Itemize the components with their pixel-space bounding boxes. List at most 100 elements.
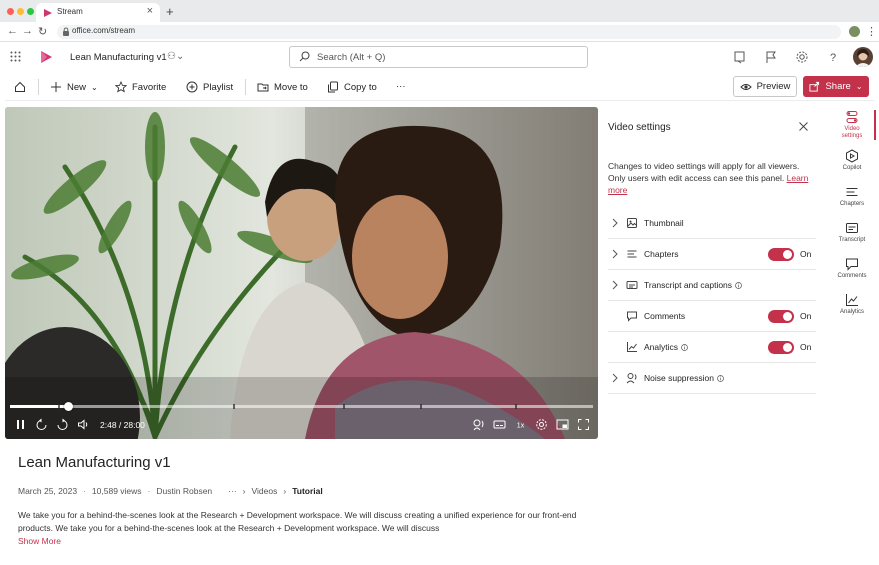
stream-logo-icon[interactable] [39,50,53,64]
tab-close-icon[interactable]: × [147,5,153,17]
chapters-toggle[interactable] [768,248,794,261]
close-icon[interactable] [798,121,809,132]
transcript-icon [846,223,858,233]
separator-dot: · [147,486,151,496]
info-icon[interactable] [681,343,688,351]
new-tab-icon[interactable]: + [166,4,174,19]
more-button[interactable]: ··· [396,81,406,92]
flag-icon[interactable] [764,50,778,64]
info-icon[interactable] [717,374,724,382]
divider [38,79,39,95]
right-rail: Video settings Copilot Chapters Transcri… [829,107,876,327]
window-maximize-button[interactable] [27,8,34,15]
share-button[interactable]: Share ⌄ [803,76,869,97]
chevron-right-icon[interactable] [611,218,619,228]
seek-bar[interactable] [10,402,593,411]
browser-tab[interactable]: Stream × [36,3,160,22]
forward-10-icon[interactable] [56,418,69,431]
browser-tab-bar: Stream × + [0,0,879,22]
info-icon[interactable] [735,281,742,289]
plus-icon [51,82,61,92]
reload-icon[interactable]: ↻ [38,25,47,38]
rail-video-settings[interactable]: Video settings [829,110,875,140]
toggle-state: On [800,311,812,321]
comments-icon [846,258,858,271]
chapter-marker [343,404,345,409]
share-icon [809,81,820,92]
people-chevron-icon[interactable]: ⚇⌄ [167,51,184,62]
fullscreen-icon[interactable] [577,418,590,431]
search-icon [299,51,310,62]
rewind-10-icon[interactable] [35,418,48,431]
feedback-icon[interactable] [733,50,747,64]
rail-chapters[interactable]: Chapters [829,185,875,208]
setting-row-transcript[interactable]: Transcript and captions [608,270,816,301]
video-description: We take you for a behind-the-scenes look… [18,510,577,533]
browser-profile-icon[interactable] [849,26,860,37]
analytics-toggle[interactable] [768,341,794,354]
noise-suppression-icon [626,373,637,384]
chapter-marker [58,404,60,409]
captions-icon[interactable] [493,418,506,431]
show-more-link[interactable]: Show More [18,536,61,546]
home-icon[interactable] [14,81,26,93]
lock-icon [63,27,69,36]
folder-move-icon [257,83,269,92]
noise-suppression-icon[interactable] [472,418,485,431]
chapter-marker [233,404,235,409]
setting-row-thumbnail[interactable]: Thumbnail [608,208,816,239]
browser-address-bar: ← → ↻ office.com/stream ⋮ [0,22,879,42]
video-settings-panel: Video settings Changes to video settings… [598,107,826,439]
video-player[interactable]: 2:48 / 28:00 1x [5,107,598,439]
app-launcher-icon[interactable] [10,51,21,62]
picture-in-picture-icon[interactable] [556,418,569,431]
forward-arrow-icon[interactable]: → [22,25,33,37]
seek-handle[interactable] [64,402,73,411]
playback-speed-icon[interactable]: 1x [514,418,527,431]
upload-date: March 25, 2023 [18,486,78,496]
preview-button[interactable]: Preview [733,76,797,97]
setting-row-comments[interactable]: Comments On [608,301,816,332]
rail-analytics[interactable]: Analytics [829,293,875,316]
favorite-button[interactable]: Favorite [115,81,166,93]
toggle-state: On [800,249,812,259]
svg-text:?: ? [830,52,836,64]
rail-transcript[interactable]: Transcript [829,221,875,244]
chevron-right-icon[interactable] [611,373,619,383]
playlist-button[interactable]: Playlist [186,81,233,93]
window-minimize-button[interactable] [17,8,24,15]
gear-icon[interactable] [795,50,809,64]
new-button[interactable]: New ⌄ [50,81,98,93]
chevron-down-icon: ⌄ [855,82,863,91]
help-icon[interactable]: ? [826,50,840,64]
chapters-list-icon [627,250,637,258]
chevron-right-icon[interactable] [611,249,619,259]
chevron-right-icon[interactable] [611,280,619,290]
avatar[interactable] [853,47,873,67]
browser-menu-icon[interactable]: ⋮ [866,25,877,38]
breadcrumb-more[interactable]: ··· [228,486,237,496]
pause-icon[interactable] [14,418,27,431]
video-title: Lean Manufacturing v1 [18,454,171,471]
move-to-button[interactable]: Move to [257,81,308,93]
comments-toggle[interactable] [768,310,794,323]
back-arrow-icon[interactable]: ← [7,25,18,37]
setting-row-noise-suppression[interactable]: Noise suppression [608,363,816,394]
setting-row-analytics[interactable]: Analytics On [608,332,816,363]
stream-favicon-icon [44,9,52,17]
setting-label: Thumbnail [644,218,684,228]
url-field[interactable]: office.com/stream [57,25,841,39]
rail-comments[interactable]: Comments [829,257,875,280]
comment-icon [627,311,637,322]
gear-icon[interactable] [535,418,548,431]
volume-icon[interactable] [77,418,90,431]
author-name[interactable]: Dustin Robsen [156,486,212,496]
breadcrumb-videos[interactable]: Videos [252,486,278,496]
copy-to-button[interactable]: Copy to [327,81,377,93]
rail-copilot[interactable]: Copilot [829,149,875,172]
setting-row-chapters[interactable]: Chapters On [608,239,816,270]
chapter-marker [420,404,422,409]
search-input[interactable]: Search (Alt + Q) [289,46,588,68]
window-close-button[interactable] [7,8,14,15]
video-metadata: March 25, 2023 · 10,589 views · Dustin R… [18,486,323,496]
